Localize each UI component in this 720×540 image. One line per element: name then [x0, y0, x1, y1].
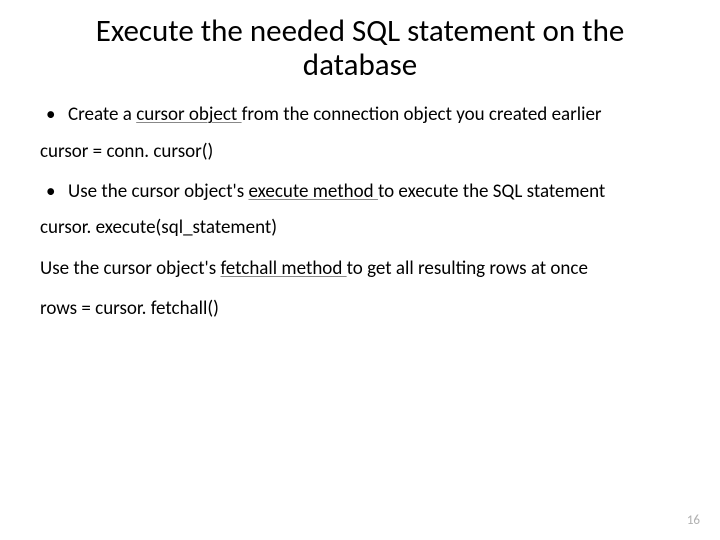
bullet2-underline: execute method	[248, 180, 377, 203]
code-line-3: rows = cursor. fetchall()	[40, 298, 680, 320]
page-number: 16	[687, 513, 700, 528]
paragraph-3: Use the cursor object's fetchall method …	[40, 258, 680, 280]
code-line-2: cursor. execute(sql_statement)	[40, 217, 680, 239]
bullet1-post: from the connection object you created e…	[242, 103, 602, 126]
slide-body: Create a cursor object from the connecti…	[40, 104, 680, 320]
bullet1-pre: Create a	[68, 103, 136, 126]
code-line-1: cursor = conn. cursor()	[40, 141, 680, 163]
para3-underline: fetchall method	[220, 257, 346, 280]
para3-post: to get all resulting rows at once	[347, 257, 588, 280]
bullet-item-1: Create a cursor object from the connecti…	[40, 104, 680, 126]
para3-pre: Use the cursor object's	[40, 257, 220, 280]
bullet2-post: to execute the SQL statement	[378, 180, 605, 203]
bullet-list-2: Use the cursor object's execute method t…	[40, 181, 680, 203]
slide-title: Execute the needed SQL statement on the …	[40, 14, 680, 82]
bullet-item-2: Use the cursor object's execute method t…	[40, 181, 680, 203]
bullet2-pre: Use the cursor object's	[68, 180, 248, 203]
slide: Execute the needed SQL statement on the …	[0, 0, 720, 540]
bullet1-underline: cursor object	[136, 103, 241, 126]
bullet-list-1: Create a cursor object from the connecti…	[40, 104, 680, 126]
